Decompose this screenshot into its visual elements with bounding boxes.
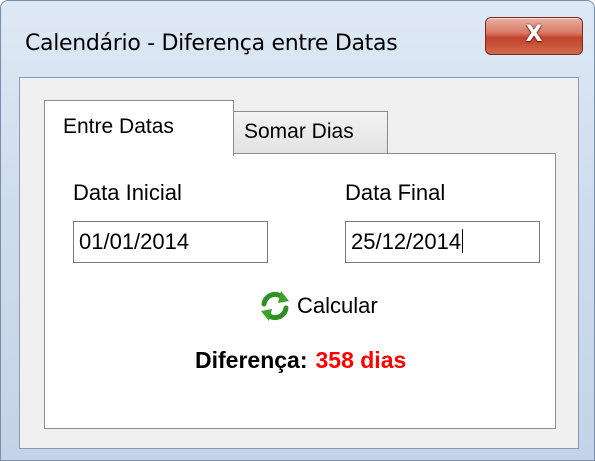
text-cursor [462, 229, 464, 253]
result-label: Diferença: [195, 347, 308, 373]
tab-label: Entre Datas [63, 115, 174, 138]
close-button[interactable]: X [485, 17, 583, 55]
result-line: Diferença: 358 dias [195, 347, 455, 379]
tab-label: Somar Dias [244, 120, 354, 143]
start-date-label: Data Inicial [73, 180, 182, 205]
app-window: Calendário - Diferença entre Datas X Ent… [0, 0, 595, 461]
end-date-value: 25/12/2014 [351, 229, 462, 254]
calculate-label: Calcular [297, 293, 378, 318]
start-date-input[interactable]: 01/01/2014 [73, 221, 268, 263]
refresh-icon [261, 291, 289, 321]
client-area: Entre Datas Somar Dias Data Inicial 01/0… [19, 77, 579, 449]
close-icon: X [525, 22, 543, 47]
calculate-button[interactable]: Calcular [259, 286, 399, 326]
tab-somar-dias[interactable]: Somar Dias [233, 111, 388, 153]
window-title: Calendário - Diferença entre Datas [25, 31, 398, 56]
tab-panel-entre-datas: Data Inicial 01/01/2014 Data Final 25/12… [44, 153, 556, 429]
result-value: 358 dias [315, 347, 407, 373]
tab-entre-datas[interactable]: Entre Datas [44, 100, 234, 156]
end-date-input[interactable]: 25/12/2014 [345, 221, 540, 263]
start-date-value: 01/01/2014 [79, 229, 190, 254]
title-bar[interactable]: Calendário - Diferença entre Datas X [1, 1, 594, 77]
end-date-label: Data Final [345, 180, 446, 205]
